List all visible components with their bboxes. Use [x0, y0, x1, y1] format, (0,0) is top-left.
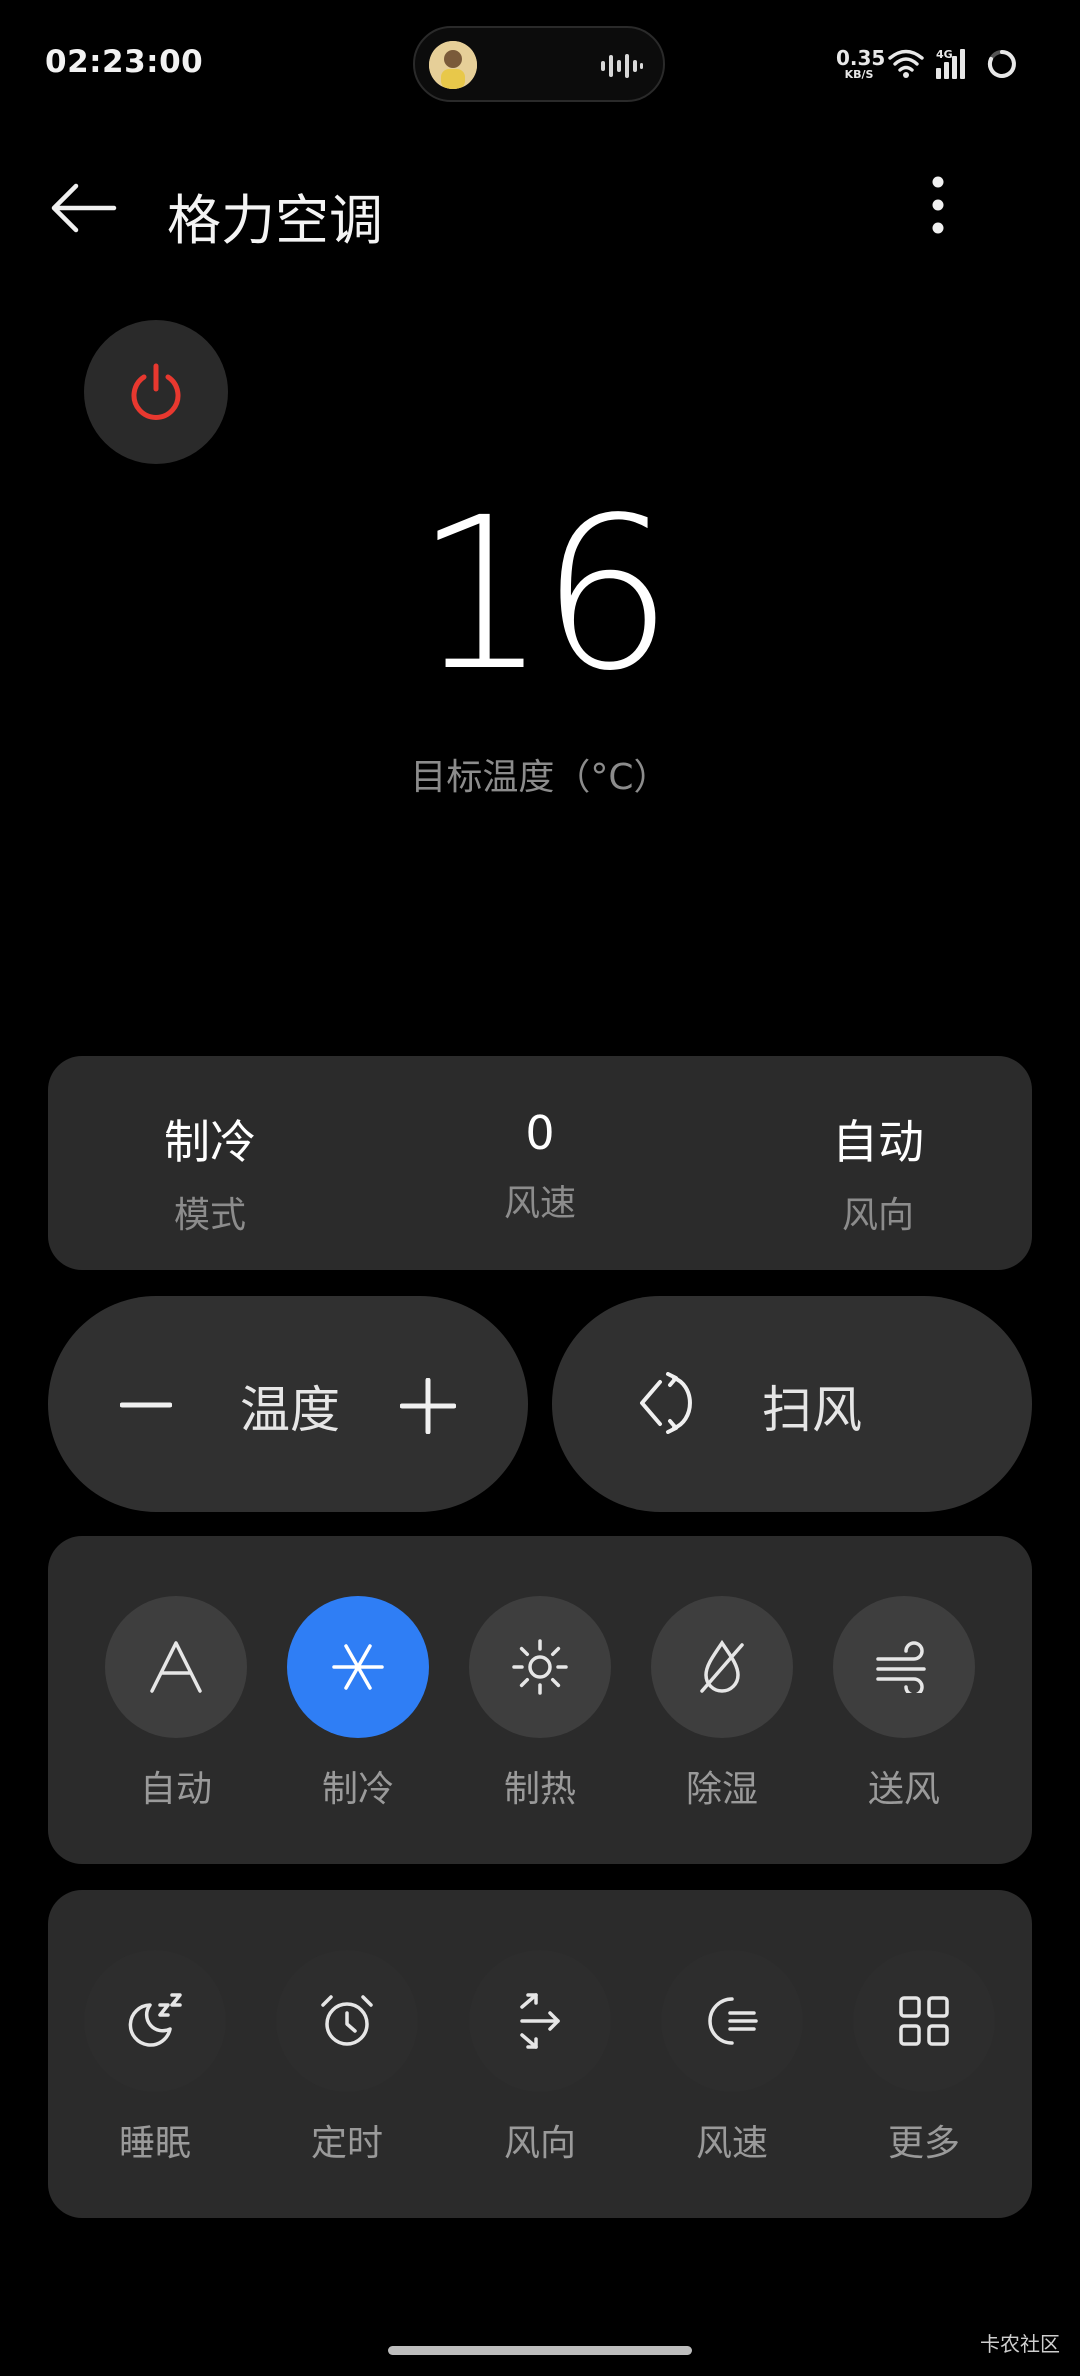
fan-speed-status: 0 风速 [420, 1056, 660, 1226]
more-functions-button[interactable]: 更多 [853, 1950, 995, 2166]
page-title: 格力空调 [167, 189, 383, 252]
mode-auto-label: 自动 [139, 1769, 212, 1810]
temp-decrease-button[interactable] [119, 1380, 173, 1434]
status-summary-card: 制冷 模式 0 风速 自动 风向 [48, 1056, 1032, 1270]
fan-speed-status-label: 风速 [503, 1183, 576, 1224]
mode-dehumidify-button[interactable]: 除湿 [651, 1596, 793, 1812]
sun-icon [469, 1596, 611, 1738]
temperature-control: 温度 [48, 1296, 528, 1512]
wind-direction-button[interactable]: 风向 [469, 1950, 611, 2166]
back-button[interactable] [48, 180, 124, 236]
mode-status-value: 制冷 [164, 1115, 256, 1169]
mode-status-label: 模式 [173, 1195, 246, 1236]
wifi-icon [888, 49, 924, 72]
auto-mode-icon [105, 1596, 247, 1738]
sleep-button[interactable]: 睡眠 [84, 1950, 226, 2166]
wind-direction-icon [469, 1950, 611, 2092]
temp-increase-button[interactable] [399, 1377, 457, 1438]
wind-speed-icon [661, 1950, 803, 2092]
temperature-control-label: 温度 [240, 1381, 340, 1439]
mode-fan-button[interactable]: 送风 [833, 1596, 975, 1812]
mode-dehumidify-label: 除湿 [685, 1769, 758, 1810]
mode-fan-label: 送风 [867, 1769, 940, 1810]
network-type: 4G [936, 48, 953, 61]
plus-icon [399, 1377, 457, 1435]
fan-wind-icon [833, 1596, 975, 1738]
mode-cool-button[interactable]: 制冷 [287, 1596, 429, 1812]
wind-speed-button[interactable]: 风速 [661, 1950, 803, 2166]
audio-wave-icon [599, 52, 643, 84]
more-vertical-icon [932, 176, 944, 234]
target-temperature-label: 目标温度（°C） [410, 757, 670, 798]
minus-icon [119, 1402, 173, 1408]
wind-direction-label: 风向 [503, 2123, 576, 2164]
sleep-moon-icon [84, 1950, 226, 2092]
wind-direction-status: 自动 风向 [758, 1056, 998, 1238]
wind-speed-label: 风速 [695, 2123, 768, 2164]
mode-status: 制冷 模式 [90, 1056, 330, 1238]
mode-cool-label: 制冷 [321, 1769, 394, 1810]
dehumidify-icon [651, 1596, 793, 1738]
function-panel: 睡眠 定时 风向 风速 更多 [48, 1890, 1032, 2218]
network-speed-value: 0.35 [836, 46, 886, 70]
wind-direction-status-label: 风向 [841, 1195, 914, 1236]
avatar [429, 41, 477, 89]
timer-label: 定时 [310, 2123, 383, 2164]
arrow-left-icon [51, 183, 117, 233]
power-button[interactable] [84, 320, 228, 464]
grid-icon [853, 1950, 995, 2092]
mode-auto-button[interactable]: 自动 [105, 1596, 247, 1812]
network-speed: 0.35 KB/S [836, 46, 886, 81]
swing-icon [638, 1372, 698, 1438]
mode-heat-button[interactable]: 制热 [469, 1596, 611, 1812]
target-temperature: 16 [414, 472, 673, 717]
mode-heat-label: 制热 [503, 1769, 576, 1810]
dynamic-island[interactable] [413, 26, 665, 102]
wind-direction-status-value: 自动 [832, 1115, 924, 1169]
swing-label: 扫风 [762, 1381, 862, 1439]
status-icons: 4G [888, 46, 1022, 86]
alarm-clock-icon [276, 1950, 418, 2092]
more-functions-label: 更多 [887, 2123, 960, 2164]
battery-icon [987, 50, 1016, 78]
fan-speed-status-value: 0 [525, 1106, 555, 1160]
sleep-label: 睡眠 [118, 2123, 191, 2164]
network-speed-unit: KB/S [844, 68, 874, 81]
swing-button[interactable]: 扫风 [552, 1296, 1032, 1512]
home-indicator[interactable] [388, 2346, 692, 2355]
watermark: 卡农社区 [980, 2332, 1060, 2356]
more-options-button[interactable] [920, 172, 956, 238]
power-icon [131, 363, 181, 420]
mode-selector: 自动 制冷 制热 除湿 送风 [48, 1536, 1032, 1864]
snowflake-icon [287, 1596, 429, 1738]
status-time: 02:23:00 [45, 44, 204, 80]
timer-button[interactable]: 定时 [276, 1950, 418, 2166]
